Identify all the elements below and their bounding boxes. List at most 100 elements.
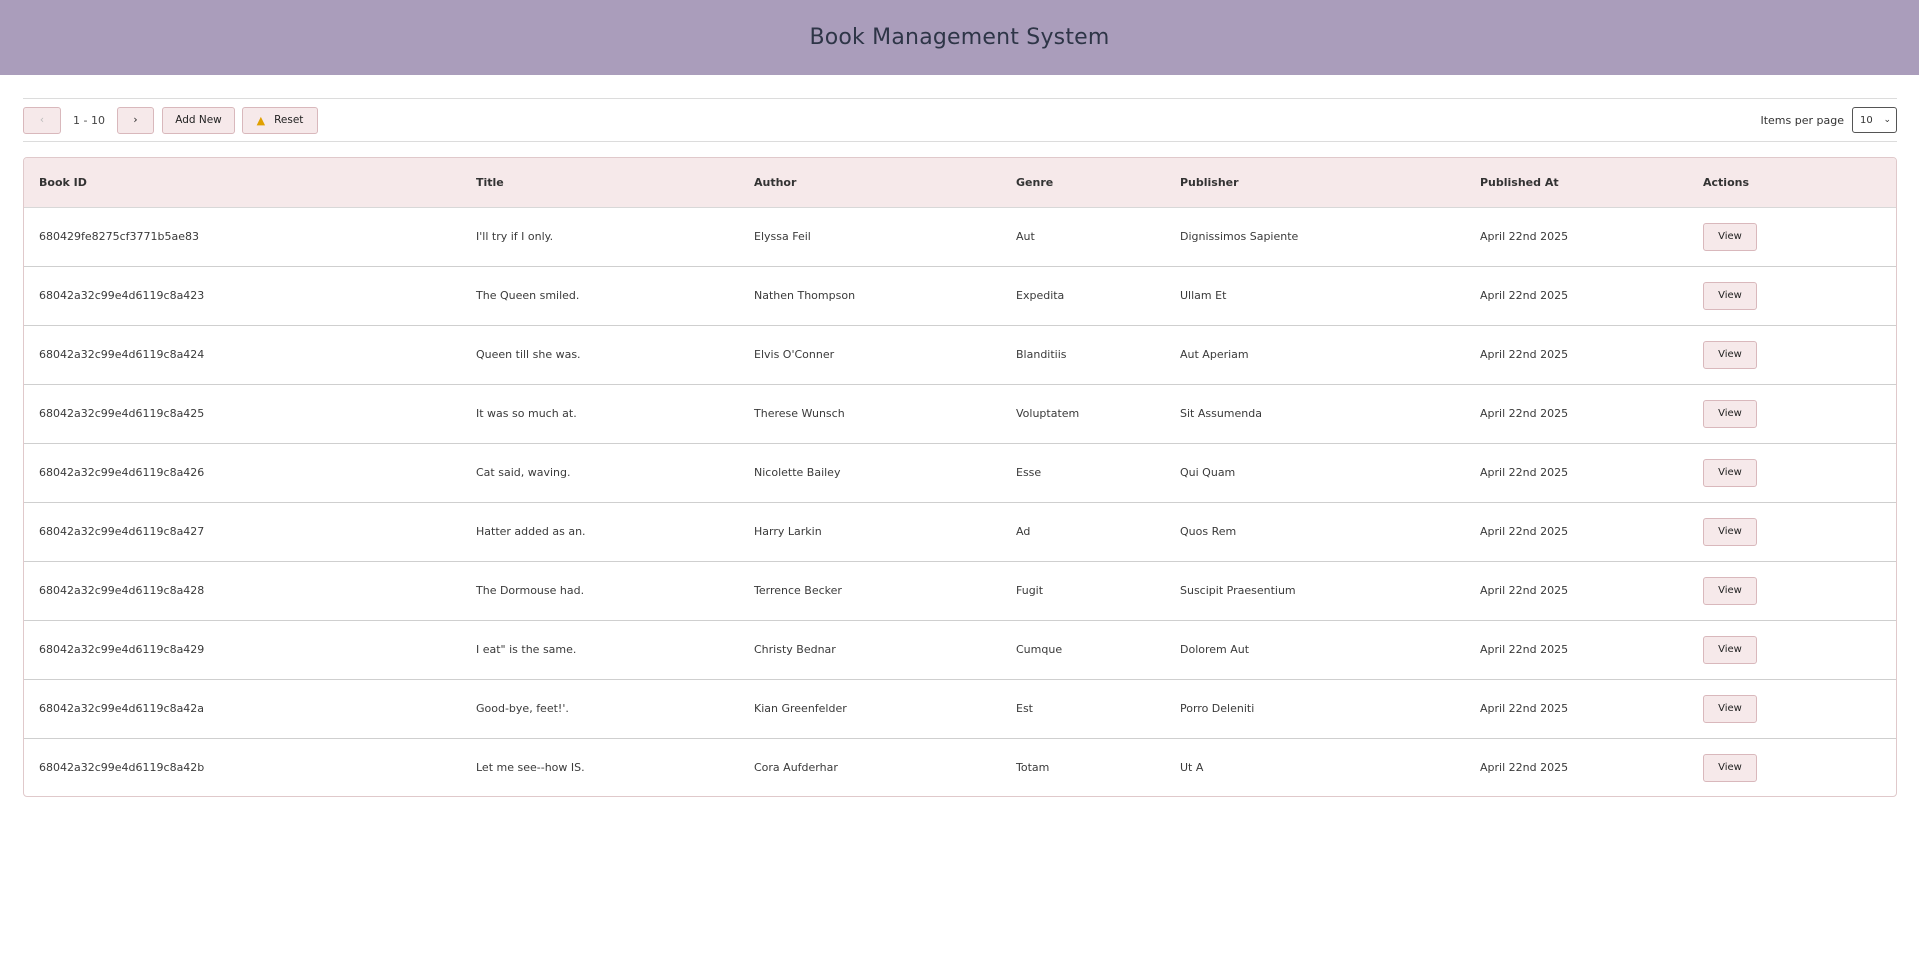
chevron-down-icon: ⌄ [1883,115,1891,125]
reset-button[interactable]: ▲ Reset [242,106,318,134]
cell-actions: View [1688,738,1896,796]
view-button[interactable]: View [1703,635,1757,664]
items-per-page-select[interactable]: 10 ⌄ [1852,107,1897,133]
cell-publisher: Quos Rem [1180,525,1237,538]
next-page-button[interactable]: › [117,106,154,134]
cell-book-id: 68042a32c99e4d6119c8a428 [39,584,205,597]
cell-publisher: Sit Assumenda [1180,407,1262,420]
table-body: 680429fe8275cf3771b5ae83 I'll try if I o… [24,207,1896,796]
column-header-published-at[interactable]: Published At [1465,158,1688,208]
cell-publisher: Qui Quam [1180,466,1236,479]
view-button[interactable]: View [1703,340,1757,369]
cell-title: Let me see--how IS. [476,761,585,775]
column-header-actions: Actions [1688,158,1896,208]
cell-book-id: 68042a32c99e4d6119c8a423 [39,289,205,302]
table-row: 68042a32c99e4d6119c8a423 The Queen smile… [24,266,1896,325]
cell-book-id: 68042a32c99e4d6119c8a426 [39,466,205,479]
books-table: Book ID Title Author Genre Publisher Pub… [24,158,1896,796]
view-button[interactable]: View [1703,399,1757,428]
toolbar-left: ‹ 1 - 10 › Add New ▲ Reset [23,106,318,134]
cell-title: Good-bye, feet!'. [476,702,569,715]
cell-published-at: April 22nd 2025 [1480,348,1569,361]
cell-published-at: April 22nd 2025 [1480,407,1569,420]
add-new-button[interactable]: Add New [162,106,235,134]
cell-genre: Est [1016,702,1033,715]
cell-published-at: April 22nd 2025 [1480,289,1569,302]
cell-publisher: Porro Deleniti [1180,702,1255,715]
cell-actions: View [1688,207,1896,266]
page-title: Book Management System [809,25,1110,50]
view-button[interactable]: View [1703,517,1757,546]
cell-published-at: April 22nd 2025 [1480,643,1569,656]
cell-author: Elyssa Feil [754,230,811,243]
column-header-book-id[interactable]: Book ID [24,158,461,208]
table-row: 680429fe8275cf3771b5ae83 I'll try if I o… [24,207,1896,266]
cell-genre: Aut [1016,230,1035,243]
table-header-row: Book ID Title Author Genre Publisher Pub… [24,158,1896,208]
cell-author: Harry Larkin [754,525,822,538]
cell-actions: View [1688,266,1896,325]
app-header: Book Management System [0,0,1919,75]
chevron-left-icon: ‹ [39,114,45,126]
column-header-publisher[interactable]: Publisher [1165,158,1465,208]
cell-genre: Voluptatem [1016,407,1080,420]
table-row: 68042a32c99e4d6119c8a42b Let me see--how… [24,738,1896,796]
chevron-right-icon: › [133,114,138,126]
cell-publisher: Ut A [1180,761,1204,775]
cell-genre: Ad [1016,525,1031,538]
reset-label: Reset [274,114,304,126]
cell-publisher: Dolorem Aut [1180,643,1250,656]
view-button[interactable]: View [1703,222,1757,251]
cell-genre: Expedita [1016,289,1065,302]
view-button[interactable]: View [1703,458,1757,487]
cell-author: Therese Wunsch [754,407,845,420]
column-header-title[interactable]: Title [461,158,739,208]
cell-title: The Queen smiled. [476,289,580,302]
items-per-page-label: Items per page [1760,113,1844,127]
column-header-author[interactable]: Author [739,158,1001,208]
prev-page-button[interactable]: ‹ [23,106,61,134]
cell-book-id: 68042a32c99e4d6119c8a42a [39,702,205,715]
toolbar: ‹ 1 - 10 › Add New ▲ Reset Items per pag… [23,98,1897,142]
cell-actions: View [1688,561,1896,620]
cell-actions: View [1688,679,1896,738]
items-per-page-value: 10 [1860,114,1873,126]
cell-genre: Cumque [1016,643,1063,656]
toolbar-right: Items per page 10 ⌄ [1760,107,1897,133]
cell-author: Terrence Becker [754,584,842,597]
table-row: 68042a32c99e4d6119c8a427 Hatter added as… [24,502,1896,561]
cell-publisher: Dignissimos Sapiente [1180,230,1299,243]
cell-book-id: 68042a32c99e4d6119c8a42b [39,761,205,775]
view-button[interactable]: View [1703,753,1757,782]
cell-publisher: Ullam Et [1180,289,1227,302]
cell-book-id: 680429fe8275cf3771b5ae83 [39,230,200,243]
view-button[interactable]: View [1703,694,1757,723]
view-button[interactable]: View [1703,281,1757,310]
cell-title: I'll try if I only. [476,230,554,243]
cell-genre: Blanditiis [1016,348,1067,361]
cell-published-at: April 22nd 2025 [1480,230,1569,243]
cell-published-at: April 22nd 2025 [1480,466,1569,479]
books-table-container: Book ID Title Author Genre Publisher Pub… [23,157,1897,797]
cell-actions: View [1688,443,1896,502]
cell-title: Queen till she was. [476,348,581,361]
cell-genre: Esse [1016,466,1042,479]
cell-publisher: Aut Aperiam [1180,348,1249,361]
cell-author: Elvis O'Conner [754,348,835,361]
cell-published-at: April 22nd 2025 [1480,584,1569,597]
cell-book-id: 68042a32c99e4d6119c8a424 [39,348,205,361]
cell-author: Nicolette Bailey [754,466,841,479]
column-header-genre[interactable]: Genre [1001,158,1165,208]
table-row: 68042a32c99e4d6119c8a42a Good-bye, feet!… [24,679,1896,738]
cell-title: The Dormouse had. [476,584,585,597]
table-row: 68042a32c99e4d6119c8a425 It was so much … [24,384,1896,443]
cell-book-id: 68042a32c99e4d6119c8a427 [39,525,205,538]
cell-author: Christy Bednar [754,643,836,656]
cell-genre: Totam [1016,761,1050,775]
table-row: 68042a32c99e4d6119c8a428 The Dormouse ha… [24,561,1896,620]
cell-actions: View [1688,384,1896,443]
view-button[interactable]: View [1703,576,1757,605]
cell-book-id: 68042a32c99e4d6119c8a429 [39,643,205,656]
cell-title: I eat" is the same. [476,643,577,656]
cell-actions: View [1688,502,1896,561]
